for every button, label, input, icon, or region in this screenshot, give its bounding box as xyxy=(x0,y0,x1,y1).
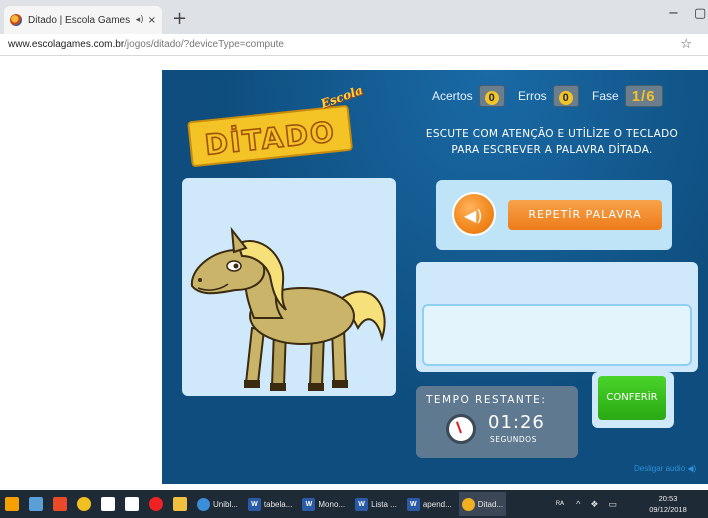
acertos-value: 0 xyxy=(484,91,499,105)
hoof-2 xyxy=(270,383,286,391)
erros-label: Erros xyxy=(518,89,547,103)
minimize-icon[interactable]: − xyxy=(668,6,679,21)
speaker-icon[interactable]: ◂) xyxy=(136,15,144,25)
word-icon: W xyxy=(355,497,369,511)
taskbar-app-1[interactable]: Unibl... xyxy=(194,492,241,516)
word-image-panel xyxy=(182,178,396,396)
confirm-button[interactable]: CONFERİR xyxy=(598,376,666,420)
hoof-3 xyxy=(308,383,324,391)
taskbar-app-2[interactable]: Wtabela... xyxy=(245,492,295,516)
horse-nostril xyxy=(198,278,202,282)
tab-title: Ditado | Escola Games - Jogo xyxy=(28,14,132,26)
repeat-word-button[interactable]: REPETİR PALAVRA xyxy=(508,200,662,230)
timer-unit: SEGUNDOS xyxy=(490,435,537,444)
acertos-box: 0 xyxy=(478,85,505,107)
word-icon: W xyxy=(406,497,420,511)
erros-box: 0 xyxy=(552,85,579,107)
taskbar-app-label: apend... xyxy=(422,499,452,509)
mute-label: Desligar audio xyxy=(634,464,686,473)
chrome-pin-icon[interactable] xyxy=(77,497,91,511)
taskbar-app-5[interactable]: Wapend... xyxy=(404,492,455,516)
url-path: /jogos/ditado/?deviceType=compute xyxy=(124,39,284,50)
taskbar-app-4[interactable]: W Lista ... xyxy=(352,492,400,516)
start-icon[interactable] xyxy=(5,497,19,511)
tab-close-icon[interactable]: × xyxy=(148,15,156,26)
network-icon[interactable]: ▭ xyxy=(608,499,617,510)
timer-value: 01:26 xyxy=(488,412,545,433)
system-tray: ᴿᴬ ^ ❖ ▭ xyxy=(556,490,617,518)
speaker-button[interactable]: ◀) xyxy=(452,192,496,236)
erros-value: 0 xyxy=(558,91,573,105)
taskbar-app-label: Unibl... xyxy=(213,499,238,509)
browser-tab-bar: Ditado | Escola Games - Jogo ◂) × + − ▢ xyxy=(0,0,708,34)
timer-label: TEMPO RESTANTE: xyxy=(426,394,547,406)
dropbox-icon[interactable]: ❖ xyxy=(590,499,598,510)
folder-icon[interactable] xyxy=(173,497,187,511)
app-icon xyxy=(197,497,210,511)
people-icon[interactable]: ᴿᴬ xyxy=(556,499,564,509)
browser-tab[interactable]: Ditado | Escola Games - Jogo ◂) × xyxy=(4,6,162,34)
horse-pupil xyxy=(233,263,239,269)
chrome-icon xyxy=(461,497,475,511)
word-icon: W xyxy=(247,497,261,511)
mute-audio-link[interactable]: Desligar audio ◀) xyxy=(634,464,696,473)
ditado-logo: DİTADO xyxy=(187,105,353,167)
taskbar-app-3[interactable]: W Mono... xyxy=(299,492,348,516)
opera-icon[interactable] xyxy=(149,497,163,511)
taskbar-app-label: Mono... xyxy=(318,499,346,509)
horse-front-leg xyxy=(244,326,266,384)
chevron-up-icon[interactable]: ^ xyxy=(576,499,580,509)
file-icon-2[interactable] xyxy=(125,497,139,511)
site-favicon-icon xyxy=(10,14,22,26)
pin-icon-1[interactable] xyxy=(29,497,43,511)
speaker-icon: ◀) xyxy=(464,206,483,225)
game-canvas: DİTADO Escola Acertos 0 Erros 0 Fase 1/6… xyxy=(162,70,708,484)
instructions-text: ESCUTE COM ATENÇÃO E UTİLİZE O TECLADO P… xyxy=(425,128,679,156)
acertos-label: Acertos xyxy=(432,89,473,103)
pin-icon-2[interactable] xyxy=(53,497,67,511)
answer-input[interactable] xyxy=(422,304,692,366)
taskbar-clock[interactable]: 20:53 09/12/2018 xyxy=(646,493,690,515)
word-icon: W xyxy=(302,497,316,511)
taskbar-time: 20:53 xyxy=(658,494,678,503)
horse-illustration xyxy=(190,226,386,391)
new-tab-button[interactable]: + xyxy=(172,8,187,29)
erros-counter: Erros 0 xyxy=(518,84,579,108)
stopwatch-icon xyxy=(446,414,476,444)
hoof-1 xyxy=(244,380,260,388)
fase-label: Fase xyxy=(592,89,619,103)
taskbar-app-label: tabela... xyxy=(263,499,293,509)
acertos-counter: Acertos 0 xyxy=(432,84,505,108)
fase-counter: Fase 1/6 xyxy=(592,84,663,108)
fase-value: 1/6 xyxy=(624,85,663,107)
hoof-4 xyxy=(332,380,348,388)
address-bar[interactable]: www.escolagames.com.br/jogos/ditado/?dev… xyxy=(0,34,708,56)
bookmark-star-icon[interactable]: ☆ xyxy=(680,37,692,52)
maximize-icon[interactable]: ▢ xyxy=(694,6,706,21)
taskbar-app-label: Ditad... xyxy=(477,499,504,509)
taskbar-app-label: Lista ... xyxy=(371,499,397,509)
taskbar-date: 09/12/2018 xyxy=(649,505,687,514)
taskbar-app-6[interactable]: Ditad... xyxy=(458,492,507,516)
windows-taskbar: Unibl... Wtabela... W Mono... W Lista ... … xyxy=(0,490,708,518)
url-host: www.escolagames.com.br xyxy=(8,39,125,50)
file-icon-1[interactable] xyxy=(101,497,115,511)
